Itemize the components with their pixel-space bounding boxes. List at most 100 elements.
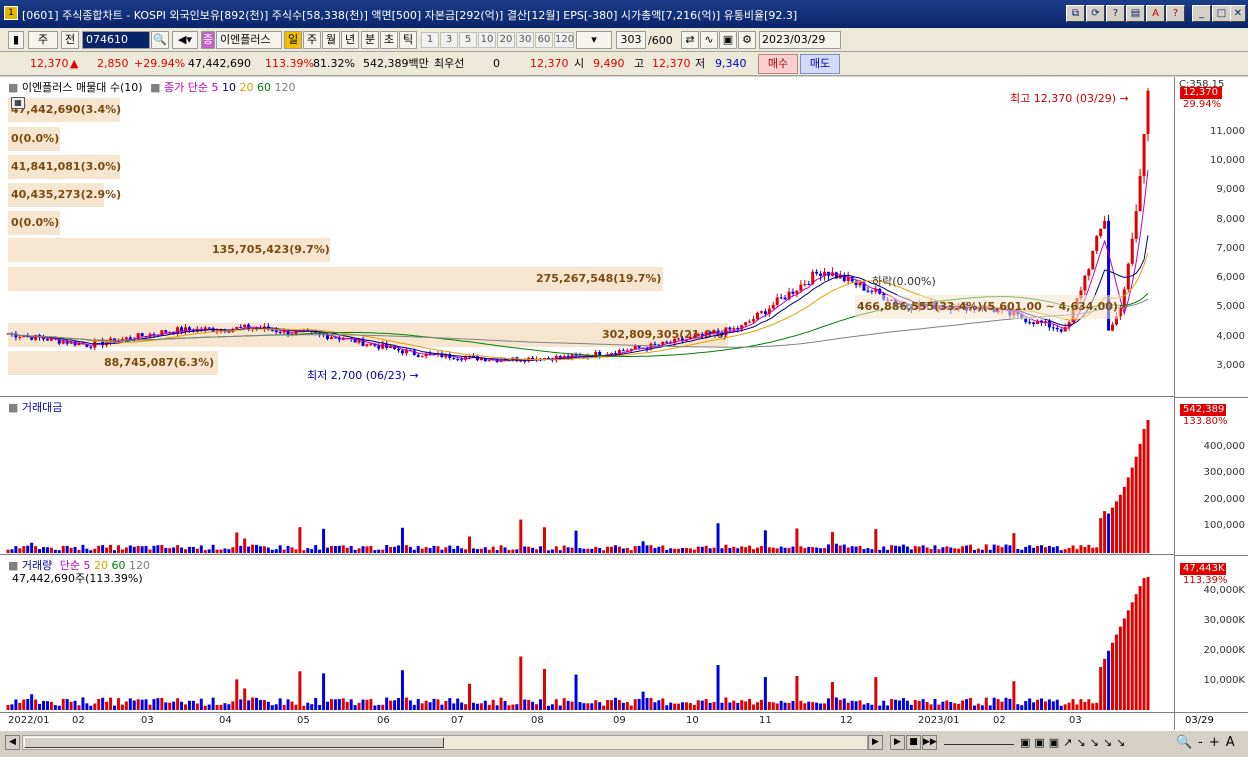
volume-bar — [456, 698, 460, 710]
font-icon[interactable]: A — [1146, 5, 1165, 22]
quote-low-label: 저 — [695, 57, 706, 70]
volume-bar — [172, 701, 176, 710]
scroll-left-icon[interactable]: ◀ — [5, 735, 20, 750]
fast-forward-icon[interactable]: ▶▶ — [922, 735, 937, 750]
candle-body — [1047, 321, 1051, 328]
close-icon[interactable]: ✕ — [1230, 5, 1246, 22]
interval-20[interactable]: 20 — [497, 32, 515, 48]
restore-icon[interactable]: ⧉ — [1066, 5, 1085, 22]
candle-body — [763, 311, 767, 314]
candle-body — [456, 359, 460, 361]
scroll-right-icon[interactable]: ▶ — [868, 735, 883, 750]
amount-bar — [598, 548, 602, 553]
amount-bar — [917, 546, 921, 553]
period-tab-second[interactable]: 초 — [380, 31, 398, 49]
date-input[interactable]: 2023/03/29 — [759, 31, 841, 49]
interval-3[interactable]: 3 — [440, 32, 458, 48]
stock-name-field[interactable]: 이엔플러스 — [216, 31, 282, 49]
volume-bar — [681, 702, 685, 710]
y-axis[interactable]: C:358.15 12,370 29.94% 11,000 10,000 9,0… — [1174, 77, 1248, 712]
zoom-slider[interactable] — [944, 739, 1014, 745]
amount-bar — [231, 547, 235, 553]
help-question-icon[interactable]: ? — [1106, 5, 1125, 22]
amount-bar — [105, 547, 109, 553]
volume-bar — [890, 698, 894, 710]
interval-dropdown[interactable]: ▾ — [576, 31, 612, 49]
settings-gear-icon[interactable]: ⚙ — [738, 31, 756, 49]
candle-body — [799, 284, 803, 291]
amount-chart[interactable] — [0, 397, 1174, 555]
scroll-track[interactable] — [22, 735, 868, 750]
volume-bar — [1103, 658, 1107, 710]
volume-bar — [838, 699, 842, 710]
question-icon[interactable]: ? — [1166, 5, 1185, 22]
candle-body — [239, 326, 243, 328]
amount-bar — [542, 527, 546, 553]
play-icon[interactable]: ▶ — [890, 735, 905, 750]
volume-bar — [807, 701, 811, 710]
price-panel[interactable]: 47,442,690(3.4%) 0(0.0%) 41,841,081(3.0%… — [0, 77, 1174, 397]
save-icon[interactable]: ▤ — [1126, 5, 1145, 22]
mode-all-button[interactable]: 전 — [61, 31, 79, 49]
interval-10[interactable]: 10 — [478, 32, 496, 48]
amount-panel[interactable]: ■ 거래대금 — [0, 397, 1174, 555]
amount-bar — [172, 547, 176, 553]
cursor-icon[interactable]: ▮ — [8, 31, 24, 49]
count-input[interactable]: 303 — [616, 31, 646, 49]
interval-1[interactable]: 1 — [421, 32, 439, 48]
refresh-icon[interactable]: ⟳ — [1086, 5, 1105, 22]
volume-bar — [337, 699, 341, 710]
amount-bar — [673, 548, 677, 553]
volume-bar — [444, 700, 448, 710]
quote-change-pct: +29.94% — [134, 57, 186, 70]
volume-bar — [436, 699, 440, 710]
volume-bar — [949, 702, 953, 710]
amount-bar — [353, 549, 357, 553]
interval-5[interactable]: 5 — [459, 32, 477, 48]
chart-tool-icon[interactable]: ⇄ — [681, 31, 699, 49]
volume-bar — [740, 700, 744, 710]
volume-bar — [428, 702, 432, 710]
x-tick: 10 — [686, 715, 699, 726]
stop-icon[interactable]: ■ — [906, 735, 921, 750]
chart-tool-icons[interactable]: ▣▣▣↗↘↘↘↘ — [1020, 736, 1129, 749]
period-tab-year[interactable]: 년 — [341, 31, 359, 49]
code-input[interactable]: 074610 — [82, 31, 150, 49]
volume-panel[interactable]: ■ 거래량 단순 5 20 60 120 47,442,690주(113.39%… — [0, 555, 1174, 712]
period-tab-tick[interactable]: 틱 — [399, 31, 417, 49]
candle-body — [633, 346, 637, 349]
grid-icon[interactable]: ▦ — [11, 97, 25, 109]
candle-body — [791, 291, 795, 294]
buy-button[interactable]: 매수 — [758, 54, 798, 74]
speaker-icon[interactable]: ◀▾ — [172, 31, 198, 49]
amount-bar — [767, 547, 771, 553]
interval-30[interactable]: 30 — [516, 32, 534, 48]
amount-bar — [152, 545, 156, 553]
sell-button[interactable]: 매도 — [800, 54, 840, 74]
scroll-thumb[interactable] — [24, 737, 444, 748]
line-tool-icon[interactable]: ∿ — [700, 31, 718, 49]
period-tab-week[interactable]: 주 — [303, 31, 321, 49]
minimize-icon[interactable]: _ — [1192, 5, 1211, 22]
interval-120[interactable]: 120 — [554, 32, 574, 48]
period-tab-month[interactable]: 월 — [322, 31, 340, 49]
quote-ratio: 81.32% — [313, 57, 355, 70]
period-tab-day[interactable]: 일 — [284, 31, 302, 49]
volume-bar — [483, 700, 487, 710]
volume-bar — [306, 702, 310, 710]
volume-chart[interactable] — [0, 555, 1174, 712]
volume-bar — [641, 691, 645, 710]
mode-select[interactable]: 주 — [28, 31, 58, 49]
maximize-icon[interactable]: □ — [1212, 5, 1231, 22]
volume-bar — [116, 698, 120, 710]
x-tick: 03 — [141, 715, 154, 726]
candle-body — [759, 311, 763, 313]
zoom-icons[interactable]: 🔍-+A — [1176, 735, 1241, 750]
amount-bar — [38, 549, 42, 553]
search-icon[interactable]: 🔍 — [151, 31, 169, 49]
save-chart-icon[interactable]: ▣ — [719, 31, 737, 49]
period-tab-minute[interactable]: 분 — [361, 31, 379, 49]
interval-60[interactable]: 60 — [535, 32, 553, 48]
volume-bar — [393, 700, 397, 710]
price-chart[interactable] — [0, 77, 1174, 397]
